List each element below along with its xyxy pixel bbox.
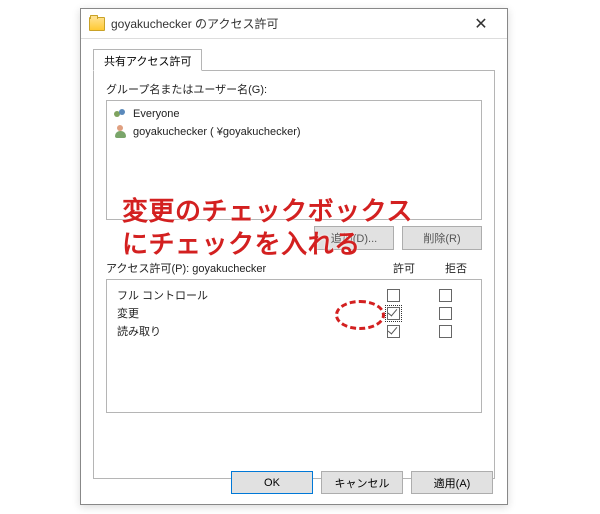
- permissions-listbox: フル コントロール 変更 読み取り: [106, 279, 482, 413]
- list-item[interactable]: Everyone: [113, 105, 475, 123]
- list-item-label: goyakuchecker ( ¥goyakuchecker): [133, 126, 301, 138]
- tab-share-permissions[interactable]: 共有アクセス許可: [93, 49, 202, 71]
- perm-row-read: 読み取り: [117, 322, 471, 340]
- deny-checkbox-change[interactable]: [439, 307, 452, 320]
- tab-strip: 共有アクセス許可: [93, 49, 495, 71]
- close-button[interactable]: ✕: [461, 10, 501, 38]
- list-buttons: 追加(D)... 削除(R): [106, 226, 482, 250]
- cancel-button[interactable]: キャンセル: [321, 471, 403, 494]
- dialog-buttons: OK キャンセル 適用(A): [81, 471, 507, 494]
- permissions-title: アクセス許可(P): goyakuchecker: [106, 260, 266, 276]
- perm-label: 変更: [117, 305, 367, 321]
- tab-panel: グループ名またはユーザー名(G): Everyone goyakuchecker…: [93, 71, 495, 479]
- user-icon: [113, 124, 129, 140]
- titlebar: goyakuchecker のアクセス許可 ✕: [81, 9, 507, 39]
- group-users-label: グループ名またはユーザー名(G):: [106, 81, 482, 97]
- list-item[interactable]: goyakuchecker ( ¥goyakuchecker): [113, 123, 475, 141]
- perm-label: フル コントロール: [117, 287, 367, 303]
- permissions-dialog: goyakuchecker のアクセス許可 ✕ 共有アクセス許可 グループ名また…: [80, 8, 508, 505]
- deny-column-header: 拒否: [430, 260, 482, 276]
- deny-checkbox-full-control[interactable]: [439, 289, 452, 302]
- perm-row-full-control: フル コントロール: [117, 286, 471, 304]
- dialog-body: 共有アクセス許可 グループ名またはユーザー名(G): Everyone goya…: [81, 39, 507, 479]
- apply-button[interactable]: 適用(A): [411, 471, 493, 494]
- list-item-label: Everyone: [133, 108, 179, 120]
- allow-checkbox-full-control[interactable]: [387, 289, 400, 302]
- allow-column-header: 許可: [378, 260, 430, 276]
- allow-checkbox-read[interactable]: [387, 325, 400, 338]
- folder-icon: [89, 17, 105, 31]
- group-icon: [113, 106, 129, 122]
- perm-label: 読み取り: [117, 323, 367, 339]
- deny-checkbox-read[interactable]: [439, 325, 452, 338]
- permissions-header: アクセス許可(P): goyakuchecker 許可 拒否: [106, 260, 482, 276]
- window-title: goyakuchecker のアクセス許可: [111, 15, 461, 32]
- perm-row-change: 変更: [117, 304, 471, 322]
- allow-checkbox-change[interactable]: [387, 307, 400, 320]
- users-listbox[interactable]: Everyone goyakuchecker ( ¥goyakuchecker): [106, 100, 482, 220]
- remove-button[interactable]: 削除(R): [402, 226, 482, 250]
- add-button[interactable]: 追加(D)...: [314, 226, 394, 250]
- ok-button[interactable]: OK: [231, 471, 313, 494]
